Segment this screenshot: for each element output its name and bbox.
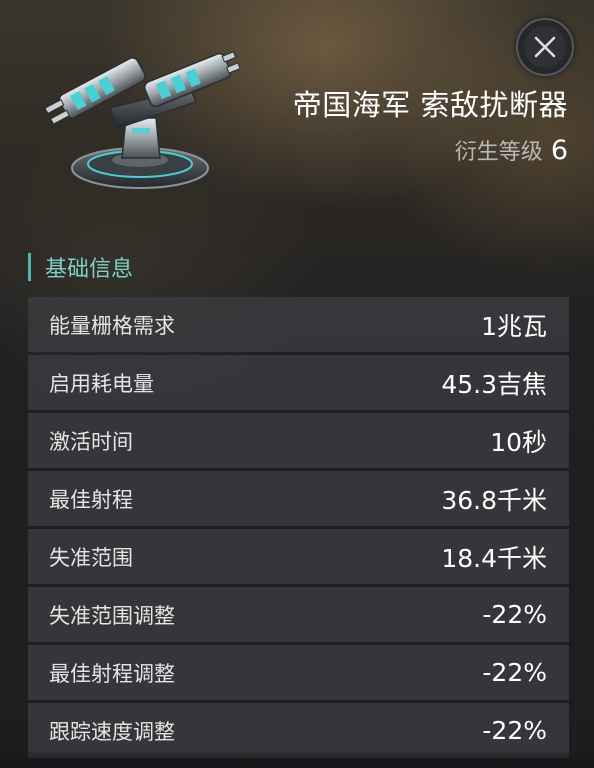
stat-value: -22%	[482, 716, 547, 745]
section-accent-bar	[28, 253, 31, 281]
stat-value: -22%	[482, 658, 547, 687]
stat-label: 最佳射程	[49, 487, 133, 512]
bottom-fade	[0, 752, 594, 768]
stat-label: 失准范围调整	[49, 603, 175, 628]
stat-row: 能量栅格需求 1兆瓦	[28, 297, 569, 352]
meta-level-label: 衍生等级	[454, 140, 543, 165]
item-info-panel: 帝国海军 索敌扰断器 衍生等级 6 基础信息 能量栅格需求 1兆瓦 启用耗电量 …	[0, 0, 594, 768]
stat-row: 最佳射程 36.8千米	[28, 471, 569, 526]
stat-row: 跟踪速度调整 -22%	[28, 703, 569, 758]
meta-level-value: 6	[550, 135, 568, 166]
section-header: 基础信息	[28, 252, 133, 282]
stat-row: 启用耗电量 45.3吉焦	[28, 355, 569, 410]
item-header: 帝国海军 索敌扰断器 衍生等级 6	[0, 0, 594, 240]
stat-label: 跟踪速度调整	[49, 719, 175, 744]
stat-label: 失准范围	[49, 545, 133, 570]
stat-value: 10秒	[490, 427, 547, 457]
stats-list: 能量栅格需求 1兆瓦 启用耗电量 45.3吉焦 激活时间 10秒 最佳射程 36…	[28, 297, 569, 761]
item-name: 帝国海军 索敌扰断器	[292, 88, 568, 122]
close-icon	[534, 36, 556, 58]
stat-label: 能量栅格需求	[49, 313, 175, 338]
close-button[interactable]	[516, 18, 574, 76]
meta-level: 衍生等级 6	[455, 134, 568, 166]
stat-value: 45.3吉焦	[441, 369, 547, 399]
stat-value: 18.4千米	[441, 543, 547, 573]
stat-value: -22%	[482, 600, 547, 629]
stat-label: 最佳射程调整	[49, 661, 175, 686]
stat-label: 激活时间	[49, 429, 133, 454]
turret-module-icon	[44, 51, 240, 189]
stat-row: 失准范围调整 -22%	[28, 587, 569, 642]
stat-value: 36.8千米	[441, 485, 547, 515]
stat-value: 1兆瓦	[481, 311, 547, 341]
stat-row: 最佳射程调整 -22%	[28, 645, 569, 700]
stat-label: 启用耗电量	[49, 371, 154, 396]
stat-row: 激活时间 10秒	[28, 413, 569, 468]
stat-row: 失准范围 18.4千米	[28, 529, 569, 584]
section-title: 基础信息	[45, 257, 134, 282]
